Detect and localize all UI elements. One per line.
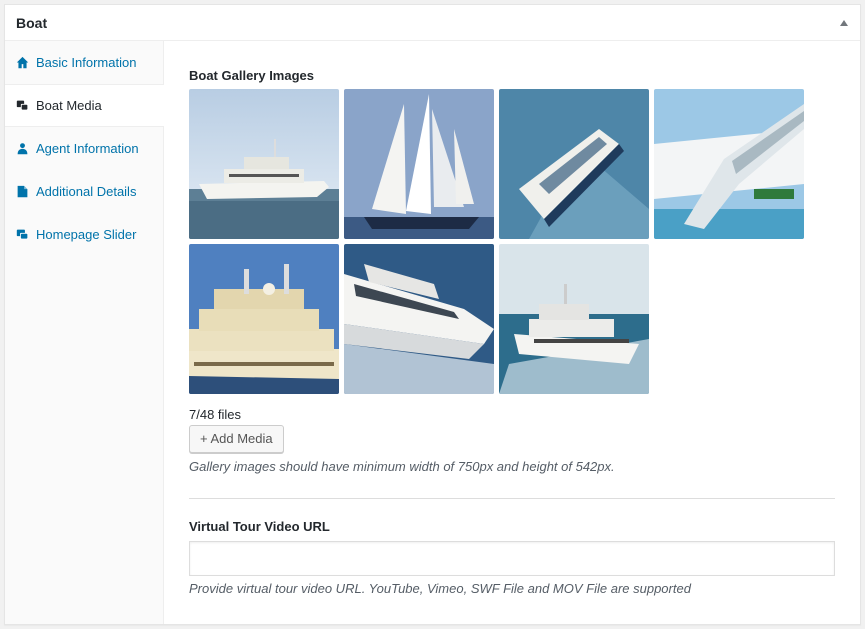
tab-label: Basic Information xyxy=(36,54,137,70)
tab-label: Boat Media xyxy=(36,98,102,113)
document-icon xyxy=(15,184,29,198)
collapse-arrow-icon[interactable] xyxy=(840,19,848,26)
video-url-description: Provide virtual tour video URL. YouTube,… xyxy=(189,581,691,596)
tab-boat-media[interactable]: Boat Media xyxy=(5,84,164,127)
gallery-image[interactable] xyxy=(499,89,649,239)
tab-basic-information[interactable]: Basic Information xyxy=(5,41,163,84)
tab-agent-information[interactable]: Agent Information xyxy=(5,127,163,170)
gallery-image[interactable] xyxy=(499,244,649,394)
metabox-body: Basic Information Boat Media Agent Infor… xyxy=(5,41,860,624)
tab-label: Agent Information xyxy=(36,140,139,156)
gallery-image[interactable] xyxy=(189,244,339,394)
gallery-description: Gallery images should have minimum width… xyxy=(189,459,615,474)
tab-label: Additional Details xyxy=(36,183,137,199)
gallery-image[interactable] xyxy=(344,89,494,239)
user-icon xyxy=(15,141,29,155)
video-url-label: Virtual Tour Video URL xyxy=(189,519,330,534)
file-count: 7/48 files xyxy=(189,407,242,422)
slider-icon xyxy=(15,227,29,241)
media-icon xyxy=(15,99,29,113)
home-icon xyxy=(15,55,29,69)
tab-label: Homepage Slider xyxy=(36,226,137,242)
gallery-image[interactable] xyxy=(189,89,339,239)
divider xyxy=(189,498,835,499)
video-url-input[interactable] xyxy=(189,541,835,576)
tab-list: Basic Information Boat Media Agent Infor… xyxy=(5,41,164,624)
add-media-button[interactable]: + Add Media xyxy=(189,425,284,453)
boat-media-panel: Boat Gallery Images 7/48 files + Add Med… xyxy=(164,41,860,624)
gallery-grid xyxy=(189,89,835,394)
tab-additional-details[interactable]: Additional Details xyxy=(5,170,163,213)
metabox-header[interactable]: Boat xyxy=(5,5,860,41)
tab-homepage-slider[interactable]: Homepage Slider xyxy=(5,213,163,256)
boat-metabox: Boat Basic Information Boat Media Agent … xyxy=(4,4,861,625)
gallery-label: Boat Gallery Images xyxy=(189,68,314,83)
gallery-image[interactable] xyxy=(654,89,804,239)
gallery-image[interactable] xyxy=(344,244,494,394)
metabox-title: Boat xyxy=(16,14,48,31)
